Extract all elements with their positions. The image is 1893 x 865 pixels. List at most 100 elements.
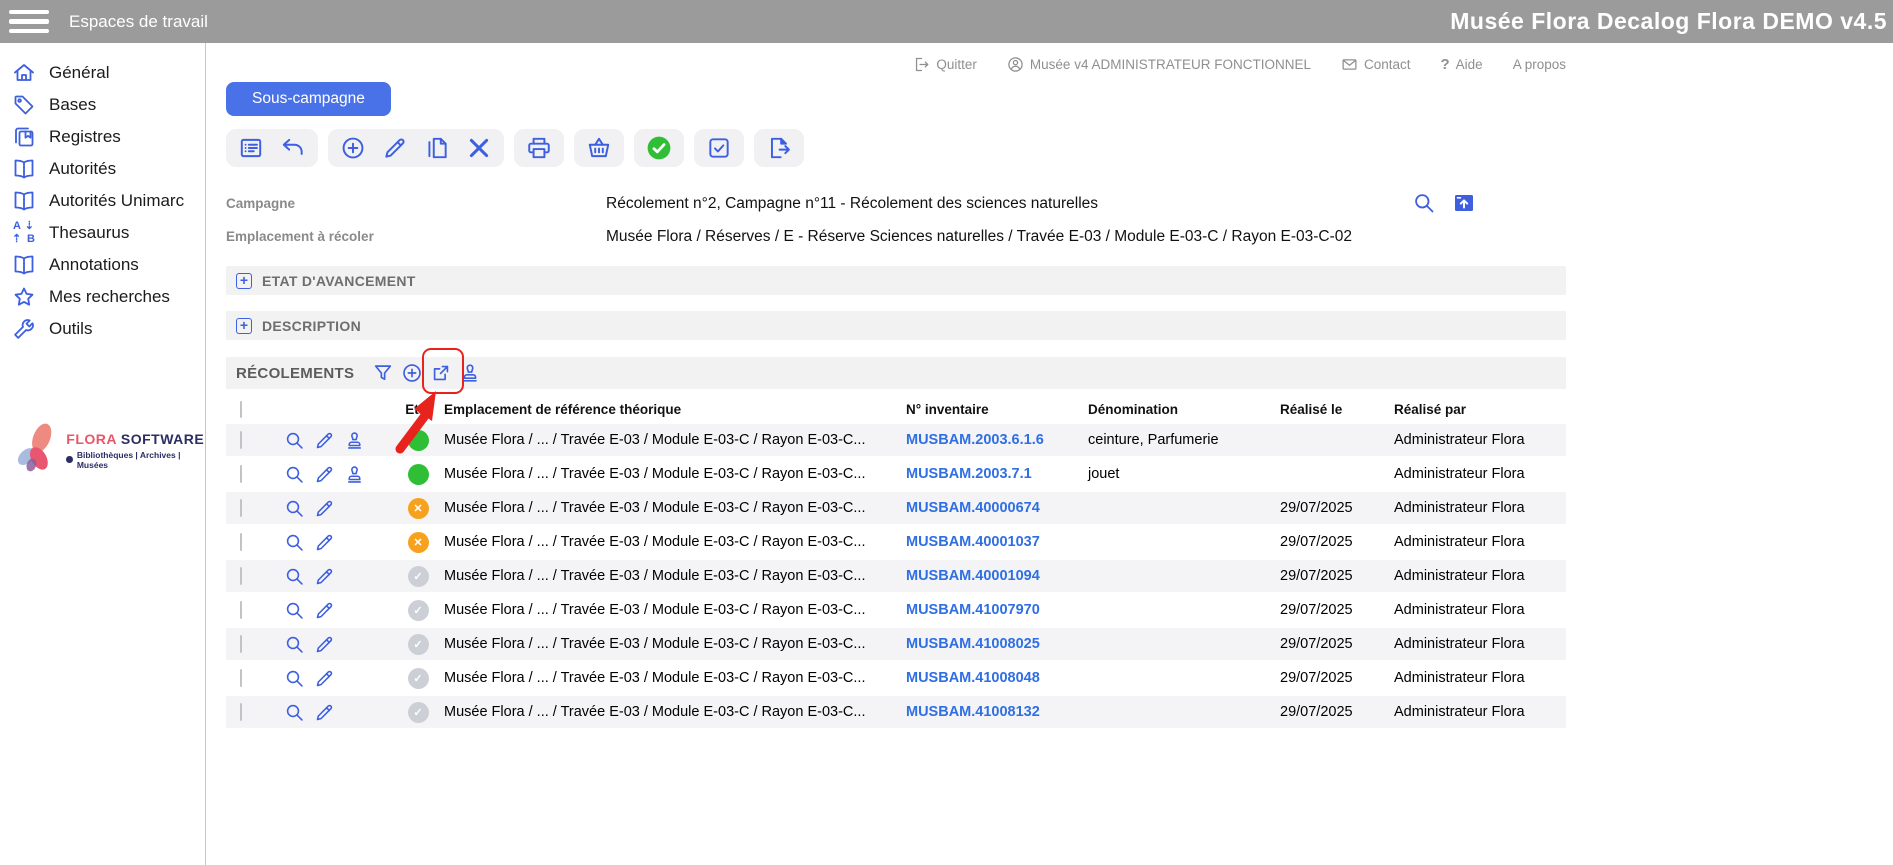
- edit-icon[interactable]: [314, 498, 335, 519]
- book-icon: [12, 189, 36, 213]
- add-circle-icon[interactable]: [401, 362, 423, 384]
- table-row: ✓ Musée Flora / ... / Travée E-03 / Modu…: [226, 628, 1566, 660]
- row-checkbox[interactable]: [240, 533, 242, 551]
- row-checkbox[interactable]: [240, 499, 242, 517]
- sidebar-item-mes-recherches[interactable]: Mes recherches: [0, 281, 205, 313]
- expand-plus-icon[interactable]: +: [236, 273, 252, 289]
- emplacement-cell: Musée Flora / ... / Travée E-03 / Module…: [444, 704, 906, 720]
- row-checkbox[interactable]: [240, 567, 242, 585]
- edit-icon[interactable]: [314, 464, 335, 485]
- edit-icon[interactable]: [314, 430, 335, 451]
- tab-sous-campagne[interactable]: Sous-campagne: [226, 82, 391, 116]
- edit-icon[interactable]: [314, 668, 335, 689]
- section-description[interactable]: + DESCRIPTION: [226, 311, 1566, 340]
- inventaire-link[interactable]: MUSBAM.41008132: [906, 704, 1040, 720]
- checkbox-check-button[interactable]: [706, 135, 732, 161]
- emplacement-cell: Musée Flora / ... / Travée E-03 / Module…: [444, 602, 906, 618]
- expand-plus-icon[interactable]: +: [236, 318, 252, 334]
- view-icon[interactable]: [284, 702, 305, 723]
- undo-button[interactable]: [280, 135, 306, 161]
- row-checkbox[interactable]: [240, 601, 242, 619]
- app-title: Musée Flora Decalog Flora DEMO v4.5: [1450, 8, 1887, 35]
- aide-link[interactable]: ?Aide: [1441, 56, 1483, 73]
- edit-icon[interactable]: [314, 566, 335, 587]
- view-icon[interactable]: [284, 600, 305, 621]
- stamp-icon[interactable]: [344, 464, 365, 485]
- inventaire-link[interactable]: MUSBAM.41008025: [906, 636, 1040, 652]
- view-icon[interactable]: [284, 430, 305, 451]
- envelope-icon: [1341, 56, 1358, 73]
- sidebar-item-autorites-unimarc[interactable]: Autorités Unimarc: [0, 185, 205, 217]
- edit-icon[interactable]: [314, 600, 335, 621]
- status-icon: ✓: [408, 566, 429, 587]
- user-account-link[interactable]: Musée v4 ADMINISTRATEUR FONCTIONNEL: [1007, 56, 1311, 73]
- realise-par-cell: Administrateur Flora: [1394, 636, 1566, 652]
- view-icon[interactable]: [284, 532, 305, 553]
- inventaire-link[interactable]: MUSBAM.41008048: [906, 670, 1040, 686]
- emplacement-label: Emplacement à récoler: [226, 229, 606, 244]
- inventaire-link[interactable]: MUSBAM.40001037: [906, 534, 1040, 550]
- view-icon[interactable]: [284, 634, 305, 655]
- sidebar-item-general[interactable]: Général: [0, 57, 205, 89]
- row-checkbox[interactable]: [240, 431, 242, 449]
- row-checkbox[interactable]: [240, 703, 242, 721]
- edit-icon[interactable]: [314, 634, 335, 655]
- inventaire-link[interactable]: MUSBAM.40001094: [906, 568, 1040, 584]
- contact-link[interactable]: Contact: [1341, 56, 1411, 73]
- inventaire-link[interactable]: MUSBAM.2003.6.1.6: [906, 432, 1044, 448]
- add-button[interactable]: [340, 135, 366, 161]
- section-recolements: RÉCOLEMENTS: [226, 357, 1566, 389]
- sidebar-item-autorites[interactable]: Autorités: [0, 153, 205, 185]
- inventaire-link[interactable]: MUSBAM.41007970: [906, 602, 1040, 618]
- table-header: Etat Emplacement de référence théorique …: [226, 394, 1566, 424]
- table-row: ✓ Musée Flora / ... / Travée E-03 / Modu…: [226, 560, 1566, 592]
- hamburger-menu-icon[interactable]: [9, 10, 49, 34]
- quitter-link[interactable]: Quitter: [913, 56, 977, 73]
- row-checkbox[interactable]: [240, 465, 242, 483]
- edit-icon[interactable]: [314, 532, 335, 553]
- sidebar-item-thesaurus[interactable]: A⇣⇡B Thesaurus: [0, 217, 205, 249]
- stamp-icon[interactable]: [344, 430, 365, 451]
- delete-button[interactable]: [466, 135, 492, 161]
- edit-icon[interactable]: [314, 702, 335, 723]
- validate-button[interactable]: [646, 135, 672, 161]
- section-etat-avancement[interactable]: + ETAT D'AVANCEMENT: [226, 266, 1566, 295]
- basket-button[interactable]: [586, 135, 612, 161]
- realise-le-cell: 29/07/2025: [1280, 500, 1394, 516]
- search-icon[interactable]: [1412, 191, 1436, 215]
- print-button[interactable]: [526, 135, 552, 161]
- sidebar-item-outils[interactable]: Outils: [0, 313, 205, 345]
- view-icon[interactable]: [284, 498, 305, 519]
- list-view-button[interactable]: [238, 135, 264, 161]
- top-bar: Espaces de travail Musée Flora Decalog F…: [0, 0, 1893, 43]
- view-icon[interactable]: [284, 668, 305, 689]
- select-all-checkbox[interactable]: [240, 401, 242, 418]
- filter-icon[interactable]: [372, 362, 394, 384]
- table-row: ✓ Musée Flora / ... / Travée E-03 / Modu…: [226, 662, 1566, 694]
- inventaire-link[interactable]: MUSBAM.40000674: [906, 500, 1040, 516]
- copy-button[interactable]: [424, 135, 450, 161]
- sidebar-item-registres[interactable]: Registres: [0, 121, 205, 153]
- view-icon[interactable]: [284, 464, 305, 485]
- emplacement-cell: Musée Flora / ... / Travée E-03 / Module…: [444, 466, 906, 482]
- table-row: ✕ Musée Flora / ... / Travée E-03 / Modu…: [226, 526, 1566, 558]
- inventaire-link[interactable]: MUSBAM.2003.7.1: [906, 466, 1032, 482]
- row-checkbox[interactable]: [240, 635, 242, 653]
- col-emplacement: Emplacement de référence théorique: [444, 402, 906, 417]
- sidebar-item-bases[interactable]: Bases: [0, 89, 205, 121]
- sidebar: Général Bases Registres Autorités Autori…: [0, 43, 206, 865]
- open-window-icon[interactable]: [1452, 191, 1476, 215]
- row-checkbox[interactable]: [240, 669, 242, 687]
- view-icon[interactable]: [284, 566, 305, 587]
- recolements-title: RÉCOLEMENTS: [236, 365, 354, 382]
- apropos-link[interactable]: A propos: [1513, 57, 1566, 72]
- open-external-icon[interactable]: [430, 362, 452, 384]
- sidebar-item-annotations[interactable]: Annotations: [0, 249, 205, 281]
- table-body: Musée Flora / ... / Travée E-03 / Module…: [226, 424, 1893, 728]
- realise-par-cell: Administrateur Flora: [1394, 568, 1566, 584]
- export-button[interactable]: [766, 135, 792, 161]
- table-row: ✓ Musée Flora / ... / Travée E-03 / Modu…: [226, 696, 1566, 728]
- edit-button[interactable]: [382, 135, 408, 161]
- emplacement-cell: Musée Flora / ... / Travée E-03 / Module…: [444, 670, 906, 686]
- stamp-icon[interactable]: [459, 362, 481, 384]
